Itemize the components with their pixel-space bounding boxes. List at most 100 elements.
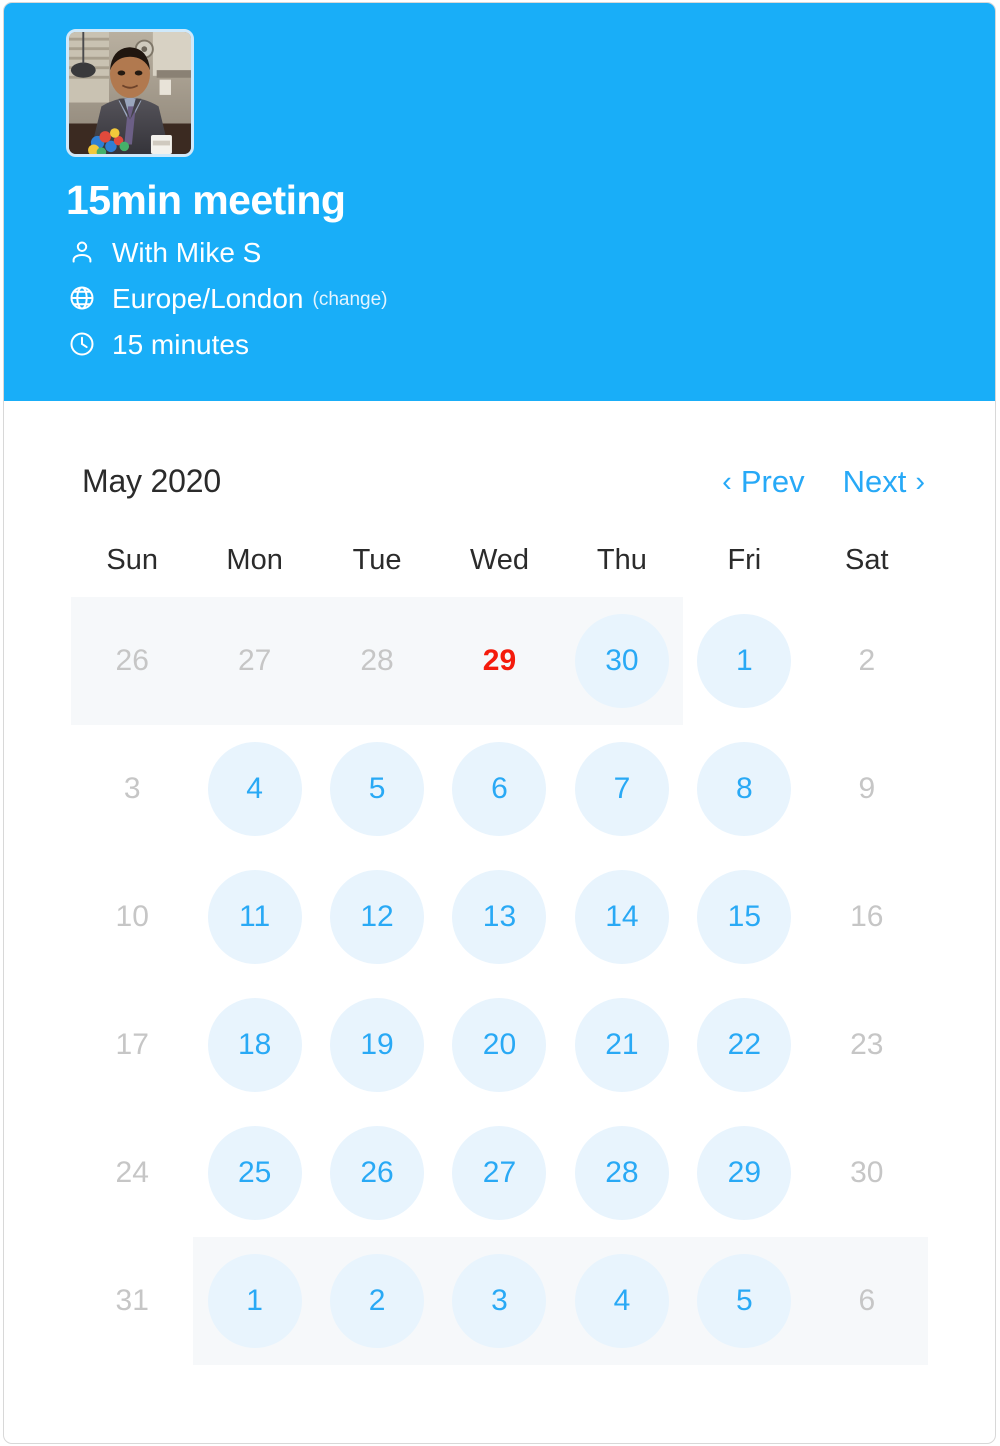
calendar-day-available[interactable]: 4: [193, 725, 315, 853]
weekday-sun: Sun: [106, 544, 159, 576]
calendar-day-label: 27: [452, 1126, 547, 1220]
calendar-day-available[interactable]: 1: [683, 597, 805, 725]
host-name: With Mike S: [112, 237, 262, 269]
calendar-day-disabled: 31: [71, 1237, 193, 1365]
chevron-right-icon: ›: [915, 466, 925, 498]
calendar-day-label: 3: [123, 772, 141, 805]
calendar-day-label: 4: [207, 742, 302, 836]
next-month-button[interactable]: Next ›: [843, 464, 925, 500]
calendar-day-available[interactable]: 25: [193, 1109, 315, 1237]
calendar-day-available[interactable]: 22: [683, 981, 805, 1109]
calendar-day-available[interactable]: 5: [683, 1237, 805, 1365]
calendar-day-label: 29: [697, 1126, 792, 1220]
globe-icon: [66, 282, 98, 314]
calendar-grid: 26 27 28 29 30 1 2 3 4 5 6 7 8 9 10 11 12 13 14 15 16 17 18 19 2…: [71, 597, 928, 1365]
event-title: 15min meeting: [66, 177, 346, 223]
calendar-day-available[interactable]: 27: [438, 1109, 560, 1237]
calendar-day-available[interactable]: 4: [561, 1237, 683, 1365]
timezone-change-link[interactable]: (change): [313, 290, 388, 309]
calendar-day-available[interactable]: 18: [193, 981, 315, 1109]
calendar-day-available[interactable]: 19: [316, 981, 438, 1109]
calendar-day-available[interactable]: 13: [438, 853, 560, 981]
calendar-day-label: 20: [452, 998, 547, 1092]
calendar-day-label: 23: [850, 1028, 884, 1061]
calendar-day-label: 30: [574, 614, 669, 708]
calendar-day-label: 17: [115, 1028, 149, 1061]
calendar-day-label: 6: [858, 1284, 876, 1317]
event-header: 15min meeting With Mike S Europe/London …: [4, 3, 995, 401]
calendar-day-disabled: 17: [71, 981, 193, 1109]
calendar-week-row: 31 1 2 3 4 5 6: [71, 1237, 928, 1365]
calendar-day-label: 10: [115, 900, 149, 933]
calendar-day-label: 1: [207, 1254, 302, 1348]
calendar-week-row: 3 45678 9: [71, 725, 928, 853]
calendar-day-disabled: 28: [316, 597, 438, 725]
calendar-toolbar: May 2020 ‹ Prev Next ›: [4, 401, 995, 500]
calendar-day-label: 16: [850, 900, 884, 933]
calendar-day-available[interactable]: 2: [316, 1237, 438, 1365]
calendar-day-available[interactable]: 7: [561, 725, 683, 853]
weekday-fri: Fri: [727, 544, 762, 576]
calendar-day-label: 18: [207, 998, 302, 1092]
calendar-day-available[interactable]: 14: [561, 853, 683, 981]
calendar-day-label: 25: [207, 1126, 302, 1220]
calendar: May 2020 ‹ Prev Next › Sun Mon Tue Wed Thu Fr…: [4, 401, 995, 1365]
booking-card: 15min meeting With Mike S Europe/London …: [3, 2, 996, 1444]
calendar-week-row: 17 18 19 20 21 22 23: [71, 981, 928, 1109]
calendar-day-available[interactable]: 5: [316, 725, 438, 853]
calendar-week-row: 10 11 12 13 14 15 16: [71, 853, 928, 981]
calendar-day-disabled: 2: [806, 597, 928, 725]
avatar-photo: [69, 32, 191, 154]
timezone-name: Europe/London: [112, 283, 304, 315]
calendar-day-label: 31: [115, 1284, 149, 1317]
calendar-day-label: 13: [452, 870, 547, 964]
calendar-day-label: 21: [574, 998, 669, 1092]
next-month-label: Next: [842, 463, 907, 499]
calendar-day-label: 30: [850, 1156, 884, 1189]
calendar-month-label: May 2020: [82, 463, 221, 499]
calendar-day-label: 5: [330, 742, 425, 836]
person-icon: [66, 236, 98, 268]
clock-icon: [66, 328, 98, 360]
calendar-day-available[interactable]: 30: [561, 597, 683, 725]
calendar-day-label: 28: [360, 644, 394, 677]
calendar-day-disabled: 24: [71, 1109, 193, 1237]
calendar-day-available[interactable]: 29: [683, 1109, 805, 1237]
calendar-day-disabled: 10: [71, 853, 193, 981]
calendar-day-label: 29: [482, 644, 517, 677]
calendar-day-label: 15: [697, 870, 792, 964]
calendar-week-row: 24 25 26 27 28 29 30: [71, 1109, 928, 1237]
weekday-header: Sun Mon Tue Wed Thu Fri Sat: [71, 544, 928, 577]
calendar-day-available[interactable]: 21: [561, 981, 683, 1109]
calendar-day-disabled: 9: [806, 725, 928, 853]
calendar-day-label: 1: [697, 614, 792, 708]
weekday-sat: Sat: [845, 544, 889, 576]
calendar-day-available[interactable]: 11: [193, 853, 315, 981]
duration-text: 15 minutes: [112, 329, 249, 361]
calendar-day-available[interactable]: 12: [316, 853, 438, 981]
calendar-nav: ‹ Prev Next ›: [722, 464, 925, 500]
calendar-day-disabled: 23: [806, 981, 928, 1109]
calendar-day-label: 26: [330, 1126, 425, 1220]
calendar-day-available[interactable]: 26: [316, 1109, 438, 1237]
prev-month-button[interactable]: ‹ Prev: [722, 464, 804, 500]
weekday-mon: Mon: [226, 544, 283, 576]
calendar-day-available[interactable]: 15: [683, 853, 805, 981]
calendar-day-available[interactable]: 8: [683, 725, 805, 853]
calendar-day-disabled: 16: [806, 853, 928, 981]
calendar-day-available[interactable]: 6: [438, 725, 560, 853]
calendar-day-label: 8: [697, 742, 792, 836]
calendar-day-disabled: 27: [193, 597, 315, 725]
host-row: With Mike S: [66, 236, 995, 268]
timezone-row: Europe/London (change): [66, 282, 995, 314]
calendar-day-label: 4: [574, 1254, 669, 1348]
calendar-day-available[interactable]: 28: [561, 1109, 683, 1237]
calendar-day-disabled: 30: [806, 1109, 928, 1237]
calendar-day-available[interactable]: 20: [438, 981, 560, 1109]
weekday-wed: Wed: [469, 544, 530, 576]
calendar-day-available[interactable]: 3: [438, 1237, 560, 1365]
calendar-week-row: 26 27 28 29 30 1 2: [71, 597, 928, 725]
calendar-day-label: 2: [858, 644, 876, 677]
calendar-day-today: 29: [438, 597, 560, 725]
calendar-day-available[interactable]: 1: [193, 1237, 315, 1365]
